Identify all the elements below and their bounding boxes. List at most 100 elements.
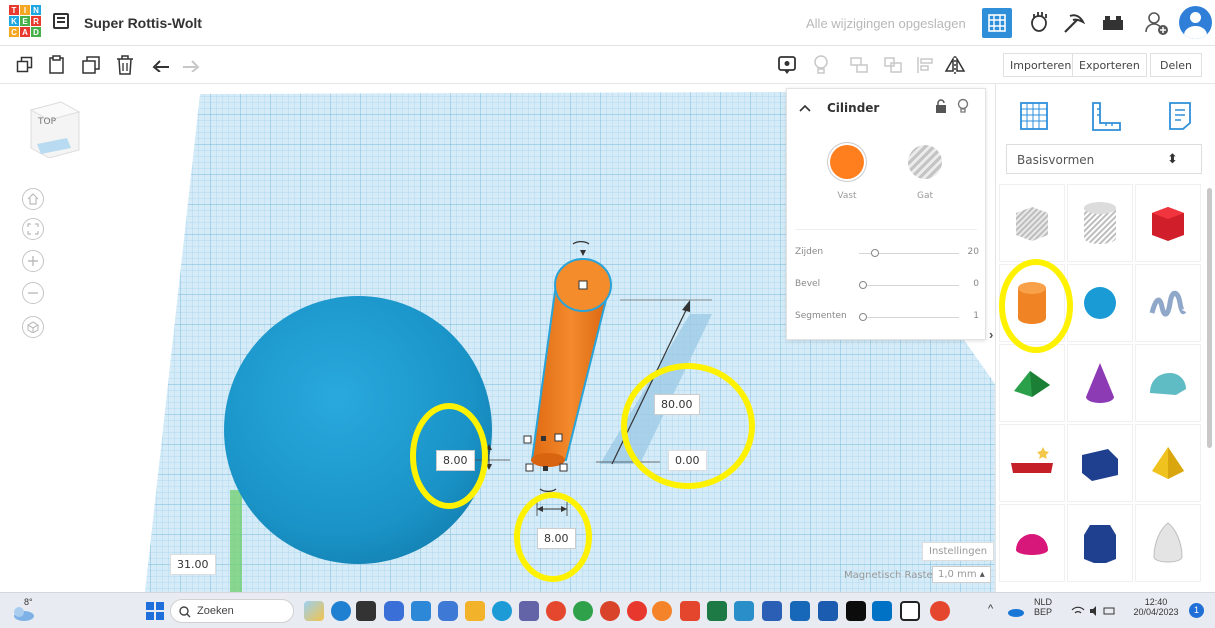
- home-view-button[interactable]: [22, 188, 44, 210]
- terminal-app-icon[interactable]: [846, 601, 866, 621]
- tinkercad-logo[interactable]: T I N K E R C A D: [9, 5, 42, 40]
- lock-icon[interactable]: [935, 99, 947, 114]
- widgets-app-icon[interactable]: [304, 601, 324, 621]
- delete-button[interactable]: [112, 52, 138, 78]
- mail-app-icon[interactable]: [790, 601, 810, 621]
- light-button[interactable]: [808, 52, 834, 78]
- corner-handle[interactable]: [523, 435, 532, 444]
- shape-box-hole[interactable]: [999, 184, 1065, 262]
- shape-category-select[interactable]: Basisvormen ⬍: [1006, 144, 1202, 174]
- onedrive-icon[interactable]: [1006, 605, 1024, 617]
- tab-grid[interactable]: [1014, 96, 1054, 136]
- notion-app-icon[interactable]: [900, 601, 920, 621]
- zoom-in-button[interactable]: [22, 250, 44, 272]
- shape-cone[interactable]: [1067, 344, 1133, 422]
- tab-ruler[interactable]: [1086, 96, 1126, 136]
- word-app-icon[interactable]: [762, 601, 782, 621]
- top-handle[interactable]: [578, 280, 588, 290]
- hub-app-icon[interactable]: [573, 601, 593, 621]
- zoom-out-button[interactable]: [22, 282, 44, 304]
- shape-sphere[interactable]: [1067, 264, 1133, 342]
- ungroup-button[interactable]: [880, 52, 906, 78]
- corner-handle[interactable]: [559, 463, 568, 472]
- length-input[interactable]: 31.00: [170, 554, 216, 575]
- file-explorer-icon[interactable]: [465, 601, 485, 621]
- outlook-app-icon[interactable]: [818, 601, 838, 621]
- shape-box[interactable]: [1135, 184, 1201, 262]
- offset-input[interactable]: 0.00: [668, 450, 707, 471]
- shape-wedge[interactable]: [1067, 424, 1133, 502]
- task-view-icon[interactable]: [356, 601, 376, 621]
- document-title[interactable]: Super Rottis-Wolt: [84, 15, 202, 31]
- library-scrollbar[interactable]: [1207, 188, 1212, 448]
- windows-start-icon[interactable]: [146, 602, 164, 620]
- slider-knob[interactable]: [871, 249, 879, 257]
- settings-button[interactable]: Instellingen: [922, 542, 995, 561]
- teams-app-icon[interactable]: [384, 601, 404, 621]
- design-menu-icon[interactable]: [53, 13, 69, 29]
- sphere-shape[interactable]: [224, 296, 492, 564]
- solid-color-swatch[interactable]: [830, 145, 864, 179]
- firefox-app-icon[interactable]: [652, 601, 672, 621]
- duplicate-button[interactable]: [78, 52, 104, 78]
- defender-app-icon[interactable]: [438, 601, 458, 621]
- bevel-slider[interactable]: Bevel 0: [795, 277, 979, 293]
- shape-cylinder-hole[interactable]: [1067, 184, 1133, 262]
- office-app-icon[interactable]: [600, 601, 620, 621]
- mirror-button[interactable]: [942, 52, 968, 78]
- corner-handle[interactable]: [554, 433, 563, 442]
- bricks-view-button[interactable]: [1098, 8, 1128, 38]
- share-button[interactable]: Delen: [1150, 53, 1202, 77]
- group-button[interactable]: [846, 52, 872, 78]
- shape-half-sphere[interactable]: [999, 504, 1065, 582]
- language-indicator[interactable]: NLD BEP: [1034, 597, 1052, 617]
- notes-button[interactable]: [774, 52, 800, 78]
- segments-slider[interactable]: Segmenten 1: [795, 309, 979, 325]
- chrome-active-icon[interactable]: [930, 601, 950, 621]
- 3d-design-view-button[interactable]: [982, 8, 1012, 38]
- shape-paraboloid[interactable]: [1135, 504, 1201, 582]
- hole-swatch[interactable]: [908, 145, 942, 179]
- todo-app-icon[interactable]: [872, 601, 892, 621]
- copy-button[interactable]: [12, 52, 38, 78]
- fit-view-button[interactable]: [22, 218, 44, 240]
- blocks-view-button[interactable]: [1024, 8, 1054, 38]
- align-button[interactable]: [912, 52, 938, 78]
- corner-handle[interactable]: [525, 463, 534, 472]
- shape-round-roof[interactable]: [1135, 344, 1201, 422]
- sim-lab-view-button[interactable]: [1059, 8, 1089, 38]
- foxit-app-icon[interactable]: [627, 601, 647, 621]
- width-input[interactable]: 8.00: [537, 528, 576, 549]
- shape-polygon[interactable]: [1067, 504, 1133, 582]
- undo-button[interactable]: [148, 52, 174, 78]
- tab-notes[interactable]: [1160, 96, 1200, 136]
- store-app-icon[interactable]: [411, 601, 431, 621]
- shape-text[interactable]: [999, 424, 1065, 502]
- export-button[interactable]: Exporteren: [1072, 53, 1147, 77]
- elevation-input[interactable]: 8.00: [436, 450, 475, 471]
- chevron-up-icon[interactable]: [799, 104, 811, 112]
- shape-pyramid[interactable]: [1135, 424, 1201, 502]
- snap-grid-select[interactable]: 1,0 mm ▴: [932, 566, 991, 583]
- chat-app-icon[interactable]: [331, 601, 351, 621]
- sides-slider[interactable]: Zijden 20: [795, 245, 979, 261]
- invite-user-button[interactable]: [1142, 8, 1172, 38]
- slider-knob[interactable]: [859, 281, 867, 289]
- redo-button[interactable]: [178, 52, 204, 78]
- paste-button[interactable]: [44, 52, 70, 78]
- edge-browser-icon[interactable]: [492, 601, 512, 621]
- network-app-icon[interactable]: [734, 601, 754, 621]
- system-tray-icons[interactable]: [1070, 604, 1116, 618]
- view-cube[interactable]: [27, 100, 83, 158]
- powerpoint-app-icon[interactable]: [680, 601, 700, 621]
- notification-badge[interactable]: 1: [1189, 603, 1204, 618]
- user-avatar[interactable]: [1179, 6, 1212, 39]
- slider-knob[interactable]: [859, 313, 867, 321]
- taskbar-search[interactable]: Zoeken: [170, 599, 294, 623]
- clock[interactable]: 12:40 20/04/2023: [1128, 597, 1184, 617]
- import-button[interactable]: Importeren: [1003, 53, 1079, 77]
- ortho-view-button[interactable]: [22, 316, 44, 338]
- height-input[interactable]: 80.00: [654, 394, 700, 415]
- lightbulb-icon[interactable]: [957, 98, 969, 114]
- excel-app-icon[interactable]: [707, 601, 727, 621]
